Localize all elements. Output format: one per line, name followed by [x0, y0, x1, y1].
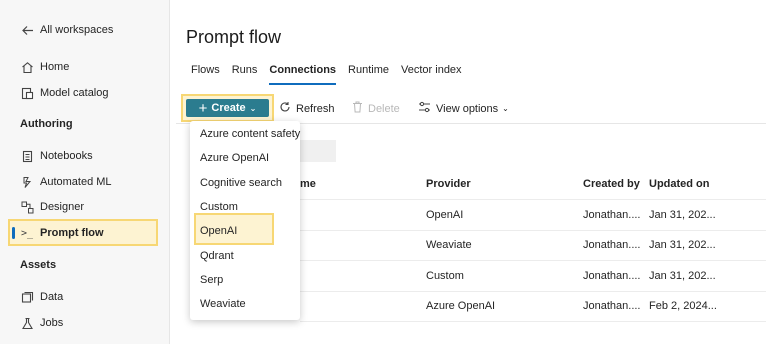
menu-item-azure-content-safety[interactable]: Azure content safety — [200, 128, 300, 140]
plus-icon: + — [198, 99, 208, 117]
chevron-down-icon: ⌄ — [502, 104, 509, 113]
sidebar-item-label: Automated ML — [40, 176, 112, 188]
prompt-flow-icon: >_ — [20, 227, 34, 239]
arrow-left-icon — [20, 23, 34, 37]
designer-icon — [20, 200, 34, 214]
sidebar-item-model-catalog[interactable]: Model catalog — [20, 83, 109, 103]
sidebar-item-prompt-flow-row: >_ Prompt flow — [20, 223, 104, 243]
cell-created-by: Jonathan.... — [583, 209, 641, 221]
menu-item-serp[interactable]: Serp — [200, 274, 223, 286]
create-button[interactable]: + Create ⌄ — [186, 99, 269, 117]
view-options-button[interactable]: View options ⌄ — [418, 101, 509, 116]
data-icon — [20, 290, 34, 304]
home-icon — [20, 60, 34, 74]
column-header-name[interactable]: me — [300, 178, 316, 190]
menu-item-custom[interactable]: Custom — [200, 201, 238, 213]
automl-icon — [20, 175, 34, 189]
sidebar-item-prompt-flow[interactable]: >_ Prompt flow — [8, 219, 158, 246]
catalog-icon — [20, 86, 34, 100]
sidebar-item-data[interactable]: Data — [20, 287, 63, 307]
sidebar-item-label: Prompt flow — [40, 227, 104, 239]
create-label: Create — [211, 102, 246, 114]
tab-bar: Flows Runs Connections Runtime Vector in… — [191, 64, 474, 85]
authoring-heading: Authoring — [20, 118, 73, 130]
jobs-icon — [20, 316, 34, 330]
sidebar-item-label: Data — [40, 291, 64, 303]
menu-item-weaviate[interactable]: Weaviate — [200, 298, 246, 310]
row-divider — [300, 260, 766, 261]
cell-updated-on: Jan 31, 202... — [649, 209, 716, 221]
back-to-workspaces-link[interactable]: All workspaces — [20, 20, 113, 40]
row-divider — [300, 321, 766, 322]
row-divider — [300, 199, 766, 200]
column-header-provider[interactable]: Provider — [426, 178, 471, 190]
back-label: All workspaces — [40, 24, 114, 36]
refresh-label: Refresh — [296, 102, 335, 115]
tab-runtime[interactable]: Runtime — [348, 64, 389, 84]
notebook-icon — [20, 149, 34, 163]
column-header-created-by[interactable]: Created by — [583, 178, 640, 190]
refresh-icon — [279, 101, 291, 116]
sidebar-item-label: Model catalog — [40, 87, 109, 99]
menu-item-openai[interactable]: OpenAI — [200, 225, 237, 237]
assets-heading: Assets — [20, 259, 57, 271]
cell-provider: Azure OpenAI — [426, 300, 496, 312]
cell-updated-on: Jan 31, 202... — [649, 270, 716, 282]
menu-item-azure-openai[interactable]: Azure OpenAI — [200, 152, 269, 164]
sidebar-item-jobs[interactable]: Jobs — [20, 313, 63, 333]
sidebar-item-label: Designer — [40, 201, 85, 213]
sidebar-item-label: Jobs — [40, 317, 64, 329]
cell-created-by: Jonathan.... — [583, 239, 641, 251]
sidebar-item-automated-ml[interactable]: Automated ML — [20, 172, 112, 192]
chevron-down-icon: ⌄ — [249, 103, 257, 113]
sidebar-item-designer[interactable]: Designer — [20, 197, 84, 217]
page-title: Prompt flow — [186, 27, 282, 47]
cell-provider: OpenAI — [426, 209, 464, 221]
tab-flows[interactable]: Flows — [191, 64, 220, 84]
tab-vector-index[interactable]: Vector index — [401, 64, 462, 84]
left-nav-sidebar: All workspaces Home Model catalog Author… — [0, 0, 170, 344]
menu-item-qdrant[interactable]: Qdrant — [200, 250, 234, 262]
cell-updated-on: Feb 2, 2024... — [649, 300, 717, 312]
sidebar-item-home[interactable]: Home — [20, 57, 69, 77]
create-highlight: + Create ⌄ — [181, 94, 274, 122]
tab-runs[interactable]: Runs — [232, 64, 258, 84]
delete-button[interactable]: Delete — [352, 101, 400, 116]
delete-label: Delete — [368, 102, 400, 115]
cell-provider: Custom — [426, 270, 464, 282]
cell-provider: Weaviate — [426, 239, 472, 251]
menu-item-cognitive-search[interactable]: Cognitive search — [200, 177, 282, 189]
cell-created-by: Jonathan.... — [583, 300, 641, 312]
trash-icon — [352, 101, 363, 116]
cell-created-by: Jonathan.... — [583, 270, 641, 282]
sidebar-item-notebooks[interactable]: Notebooks — [20, 146, 93, 166]
row-divider — [300, 230, 766, 231]
cell-updated-on: Jan 31, 202... — [649, 239, 716, 251]
row-divider — [300, 291, 766, 292]
view-options-label: View options — [436, 102, 499, 115]
sidebar-item-label: Home — [40, 61, 70, 73]
tab-connections[interactable]: Connections — [269, 64, 336, 85]
refresh-button[interactable]: Refresh — [279, 101, 335, 116]
sidebar-item-label: Notebooks — [40, 150, 93, 162]
active-indicator — [12, 227, 15, 239]
sliders-icon — [418, 101, 431, 116]
column-header-updated-on[interactable]: Updated on — [649, 178, 710, 190]
